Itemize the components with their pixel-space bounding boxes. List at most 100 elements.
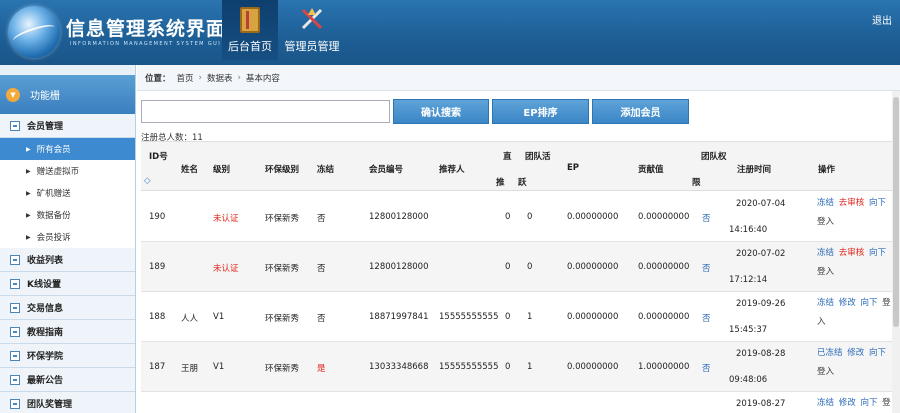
breadcrumb-separator: ›: [237, 72, 241, 83]
downline-link[interactable]: 向下: [869, 348, 886, 358]
ep-sort-button[interactable]: EP排序: [492, 99, 589, 124]
sidebar-item-all-members[interactable]: ▶ 所有会员: [0, 138, 135, 160]
cell-direct: 0: [505, 362, 511, 372]
cell-reg-date: 2019-09-26: [736, 299, 786, 309]
cell-member-no: 12800128000: [369, 262, 429, 272]
th-id: ID号: [149, 152, 168, 162]
topnav-home[interactable]: 后台首页: [222, 0, 278, 60]
sidebar-section-academy[interactable]: 环保学院: [0, 344, 135, 368]
downline-link[interactable]: 向下: [869, 248, 886, 258]
sidebar-section-label: 教程指南: [27, 328, 64, 338]
triangle-right-icon: ▶: [26, 145, 31, 153]
cell-reg-time: 17:12:14: [729, 275, 768, 285]
sidebar-section-members[interactable]: 会员管理: [0, 114, 135, 138]
sidebar-section-kline[interactable]: K线设置: [0, 272, 135, 296]
cell-team-right[interactable]: 否: [702, 312, 711, 324]
sidebar: ▼ 功能栅 会员管理 ▶ 所有会员 ▶ 赠送虚拟币 ▶ 矿机赠送 ▶ 数据备份 …: [0, 65, 136, 413]
downline-link[interactable]: 向下: [869, 198, 886, 208]
cell-contribution: 0.00000000: [638, 262, 690, 272]
logo-globe-icon: [8, 6, 60, 58]
sidebar-header[interactable]: ▼ 功能栅: [0, 75, 135, 114]
frozen-link[interactable]: 已冻结: [817, 348, 843, 358]
cell-level: V1: [213, 362, 225, 372]
sidebar-item-label: 赠送虚拟币: [36, 167, 80, 177]
sidebar-section-notice[interactable]: 最新公告: [0, 368, 135, 392]
app-title: 信息管理系统界面: [66, 18, 227, 40]
sidebar-section-label: K线设置: [27, 280, 61, 290]
edit-link[interactable]: 修改: [839, 298, 856, 308]
th-ops: 操作: [818, 165, 836, 175]
top-header: 信息管理系统界面 INFORMATION MANAGEMENT SYSTEM G…: [0, 0, 900, 65]
login-link[interactable]: 登: [882, 398, 891, 408]
cell-team-right[interactable]: 否: [702, 212, 711, 224]
freeze-link[interactable]: 冻结: [817, 298, 834, 308]
edit-link[interactable]: 修改: [847, 348, 864, 358]
review-link[interactable]: 去审核: [839, 198, 865, 208]
th-referrer: 推荐人: [439, 165, 465, 175]
cell-id: 190: [149, 212, 166, 222]
breadcrumb-item[interactable]: 首页: [177, 72, 194, 84]
th-level: 级别: [213, 165, 231, 175]
review-link[interactable]: 去审核: [839, 248, 865, 258]
sidebar-item-backup[interactable]: ▶ 数据备份: [0, 204, 135, 226]
row-actions: 冻结 修改 向下 登入: [817, 294, 897, 332]
cell-team-right[interactable]: 否: [702, 362, 711, 374]
cell-level: V1: [213, 312, 225, 322]
table-row: 189 未认证 环保新秀 否 12800128000 0 0 0.0000000…: [141, 242, 892, 292]
logout-link[interactable]: 退出: [872, 12, 892, 27]
cell-reg-time: 09:48:06: [729, 375, 768, 385]
cell-frozen: 是: [317, 364, 326, 374]
sidebar-section-team-award[interactable]: 团队奖管理: [0, 392, 135, 413]
cell-eco-level: 环保新秀: [265, 364, 300, 374]
freeze-link[interactable]: 冻结: [817, 198, 834, 208]
sidebar-section-income[interactable]: 收益列表: [0, 248, 135, 272]
login-link[interactable]: 登入: [817, 217, 834, 227]
freeze-link[interactable]: 冻结: [817, 248, 834, 258]
sort-icon[interactable]: ◇: [144, 176, 151, 186]
th-direct-2: 推: [496, 178, 505, 188]
th-team-active-2: 跃: [518, 178, 527, 188]
scrollbar-thumb[interactable]: [893, 97, 899, 327]
sidebar-item-complaint[interactable]: ▶ 会员投诉: [0, 226, 135, 248]
sidebar-section-trade[interactable]: 交易信息: [0, 296, 135, 320]
table-row: 188 人人 V1 环保新秀 否 18871997841 15555555555…: [141, 292, 892, 342]
topnav-admin[interactable]: 管理员管理: [282, 0, 342, 60]
cell-contribution: 1.00000000: [638, 362, 690, 372]
cell-ep: 0.00000000: [567, 362, 619, 372]
downline-link[interactable]: 向下: [860, 298, 877, 308]
row-actions: 已冻结 修改 向下 登入: [817, 344, 897, 382]
sidebar-section-tutorial[interactable]: 教程指南: [0, 320, 135, 344]
sidebar-item-gift-coin[interactable]: ▶ 赠送虚拟币: [0, 160, 135, 182]
section-icon: [10, 326, 20, 337]
book-icon: [240, 7, 260, 33]
sidebar-item-label: 所有会员: [36, 145, 71, 155]
add-member-button[interactable]: 添加会员: [592, 99, 689, 124]
breadcrumb-label: 位置：: [145, 73, 171, 84]
breadcrumb-item[interactable]: 数据表: [207, 72, 233, 84]
edit-link[interactable]: 修改: [839, 398, 856, 408]
sidebar-section-label: 最新公告: [27, 376, 64, 386]
triangle-right-icon: ▶: [26, 233, 31, 241]
vertical-scrollbar[interactable]: [892, 91, 900, 413]
confirm-search-button[interactable]: 确认搜索: [393, 99, 489, 124]
cell-team-right[interactable]: 否: [702, 262, 711, 274]
sidebar-item-label: 矿机赠送: [36, 189, 71, 199]
cell-referrer: 15555555555: [439, 362, 499, 372]
cell-direct: 0: [505, 312, 511, 322]
sidebar-item-miner-gift[interactable]: ▶ 矿机赠送: [0, 182, 135, 204]
freeze-link[interactable]: 冻结: [817, 398, 834, 408]
th-reg-time: 注册时间: [737, 165, 772, 175]
cell-reg-date: 2020-07-04: [736, 199, 786, 209]
breadcrumb-item[interactable]: 基本内容: [246, 72, 280, 84]
table-row: 2019-08-27 冻结 修改 向下 登: [141, 392, 892, 413]
login-link[interactable]: 登入: [817, 267, 834, 277]
section-icon: [10, 278, 20, 289]
cell-team-active: 1: [527, 312, 533, 322]
login-link[interactable]: 登入: [817, 367, 834, 377]
cell-member-no: 13033348668: [369, 362, 429, 372]
cell-team-active: 0: [527, 212, 533, 222]
cell-team-active: 1: [527, 362, 533, 372]
triangle-right-icon: ▶: [26, 211, 31, 219]
search-input[interactable]: [141, 100, 390, 123]
downline-link[interactable]: 向下: [860, 398, 877, 408]
